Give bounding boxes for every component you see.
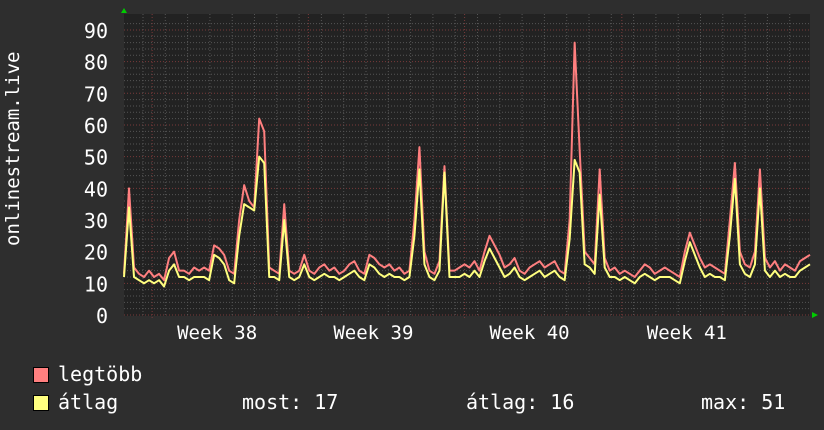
x-axis-ticks: Week 38 Week 39 Week 40 Week 41 (177, 322, 727, 344)
x-tick-label: Week 40 (490, 322, 570, 344)
y-tick-label: 30 (84, 209, 108, 233)
y-tick-label: 40 (84, 177, 108, 201)
x-tick-label: Week 41 (647, 322, 727, 344)
y-tick-label: 60 (84, 114, 108, 138)
y-tick-label: 20 (84, 241, 108, 265)
legend-swatch-max (33, 367, 49, 383)
x-tick-label: Week 39 (333, 322, 413, 344)
legend-swatch-avg (33, 395, 49, 411)
y-axis-ticks: 0 10 20 30 40 50 60 70 80 90 (84, 19, 108, 328)
y-axis-label: onlinestream.live (2, 51, 24, 246)
y-tick-label: 10 (84, 272, 108, 296)
stat-avg: átlag: 16 (466, 390, 575, 414)
legend-label-max: legtöbb (58, 362, 143, 386)
y-tick-label: 50 (84, 146, 108, 170)
y-axis-arrow-icon (121, 8, 127, 13)
stat-max: max: 51 (701, 390, 786, 414)
x-tick-label: Week 38 (177, 322, 257, 344)
y-tick-label: 80 (84, 51, 108, 75)
x-axis-arrow-icon (812, 312, 818, 318)
y-tick-label: 0 (96, 304, 108, 328)
stat-now: most: 17 (242, 390, 339, 414)
y-tick-label: 90 (84, 19, 108, 43)
y-tick-label: 70 (84, 82, 108, 106)
legend-label-avg: átlag (58, 390, 119, 414)
